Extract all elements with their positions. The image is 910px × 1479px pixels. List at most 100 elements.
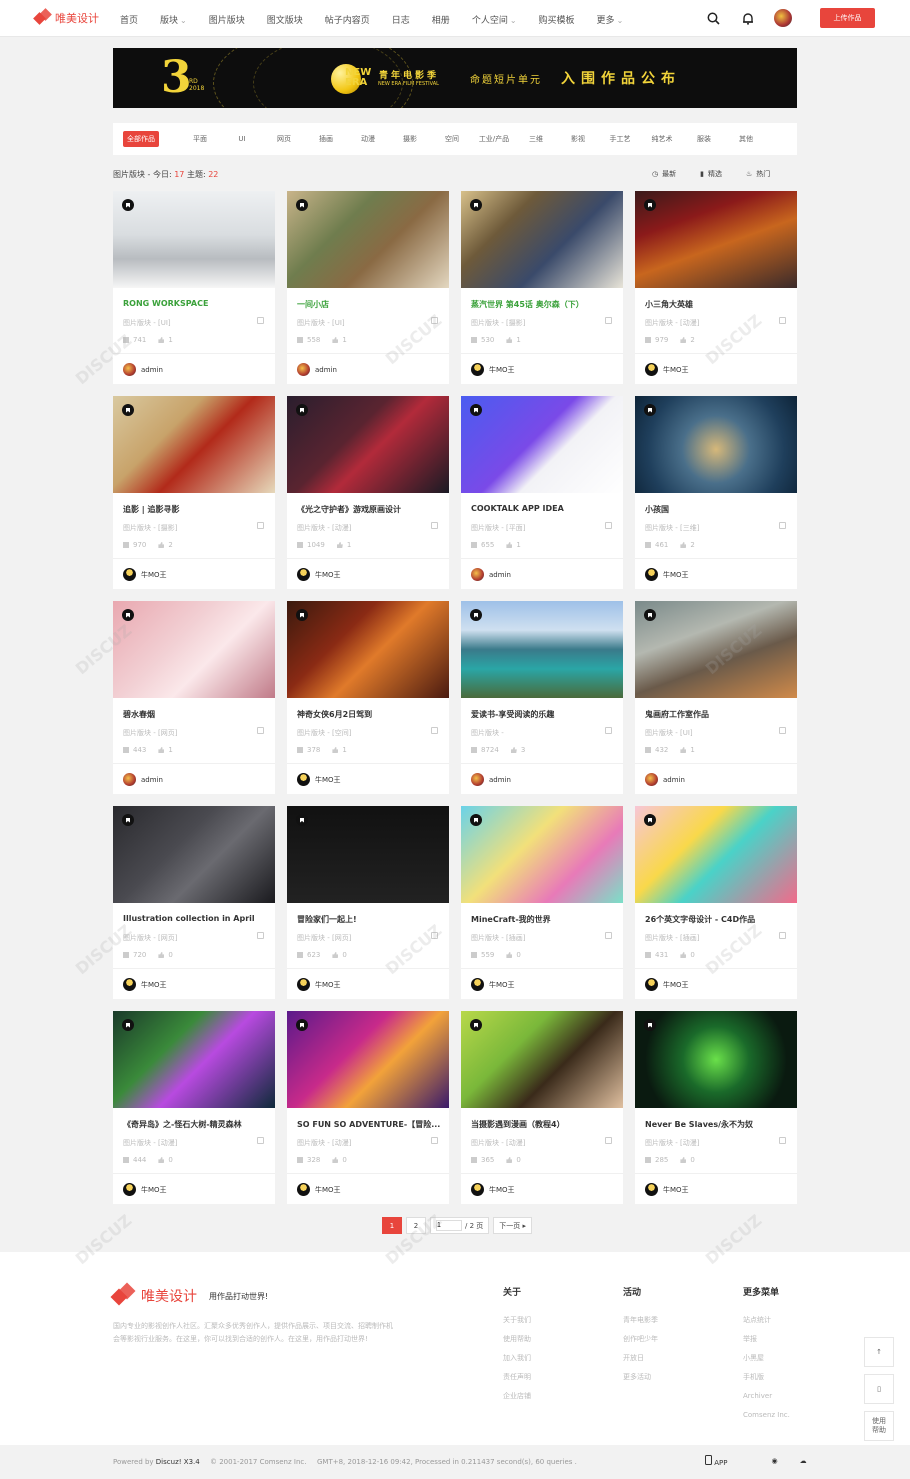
app-link[interactable]: APP: [705, 1455, 749, 1467]
sort-option[interactable]: ▮ 精选: [700, 169, 722, 179]
work-thumbnail[interactable]: [113, 1011, 275, 1108]
work-thumbnail[interactable]: [635, 396, 797, 493]
work-card[interactable]: 神奇女侠6月2日驾到 图片版块 - [空间] 378 1 牛MO王: [287, 601, 449, 794]
page-current[interactable]: 1: [382, 1217, 402, 1234]
work-card[interactable]: 冒险家们一起上! 图片版块 - [网页] 623 0 牛MO王: [287, 806, 449, 999]
select-checkbox[interactable]: [605, 1137, 612, 1144]
footer-link[interactable]: 责任声明: [503, 1368, 531, 1387]
work-thumbnail[interactable]: [287, 1011, 449, 1108]
author-name[interactable]: 牛MO王: [141, 980, 167, 990]
nav-item[interactable]: 个人空间: [472, 13, 517, 26]
work-title[interactable]: 一间小店: [297, 299, 442, 310]
work-card[interactable]: 26个英文字母设计 - C4D作品 图片版块 - [插画] 431 0 牛MO王: [635, 806, 797, 999]
author[interactable]: 牛MO王: [297, 1183, 341, 1196]
bookmark-icon[interactable]: [122, 199, 134, 211]
bookmark-icon[interactable]: [470, 609, 482, 621]
category-tab[interactable]: 插画: [305, 134, 347, 144]
work-title[interactable]: 小孩国: [645, 504, 790, 515]
author[interactable]: 牛MO王: [123, 978, 167, 991]
author-avatar[interactable]: [645, 978, 658, 991]
author-avatar[interactable]: [123, 568, 136, 581]
bookmark-icon[interactable]: [296, 1019, 308, 1031]
work-card[interactable]: 碧水春烟 图片版块 - [网页] 443 1 admin: [113, 601, 275, 794]
author[interactable]: 牛MO王: [297, 978, 341, 991]
work-thumbnail[interactable]: [113, 191, 275, 288]
work-title[interactable]: 当摄影遇到漫画（教程4）: [471, 1119, 616, 1130]
help-button[interactable]: 使用 帮助: [864, 1411, 894, 1441]
author-avatar[interactable]: [297, 773, 310, 786]
work-title[interactable]: 《光之守护者》游戏原画设计: [297, 504, 442, 515]
footer-link[interactable]: 站点统计: [743, 1311, 790, 1330]
author[interactable]: 牛MO王: [645, 568, 689, 581]
work-thumbnail[interactable]: [461, 396, 623, 493]
work-thumbnail[interactable]: [113, 806, 275, 903]
work-thumbnail[interactable]: [461, 601, 623, 698]
work-card[interactable]: 追影 | 追影寻影 图片版块 - [摄影] 970 2 牛MO王: [113, 396, 275, 589]
footer-link[interactable]: 更多活动: [623, 1368, 658, 1387]
nav-item[interactable]: 首页: [120, 13, 138, 26]
author-name[interactable]: admin: [489, 776, 511, 784]
select-checkbox[interactable]: [431, 1137, 438, 1144]
select-checkbox[interactable]: [431, 932, 438, 939]
author[interactable]: admin: [123, 773, 163, 786]
select-checkbox[interactable]: [257, 727, 264, 734]
footer-link[interactable]: 关于我们: [503, 1311, 531, 1330]
author-avatar[interactable]: [297, 978, 310, 991]
author[interactable]: 牛MO王: [645, 1183, 689, 1196]
work-card[interactable]: SO FUN SO ADVENTURE-【冒险... 图片版块 - [动漫] 328…: [287, 1011, 449, 1204]
page-input[interactable]: [436, 1220, 462, 1231]
work-title[interactable]: 26个英文字母设计 - C4D作品: [645, 914, 790, 925]
bookmark-icon[interactable]: [644, 1019, 656, 1031]
discuz-link[interactable]: Discuz! X3.4: [156, 1458, 200, 1466]
bookmark-icon[interactable]: [644, 814, 656, 826]
nav-item[interactable]: 版块: [160, 13, 187, 26]
author-name[interactable]: 牛MO王: [489, 365, 515, 375]
work-title[interactable]: Illustration collection in April: [123, 914, 268, 923]
work-card[interactable]: MineCraft-我的世界 图片版块 - [插画] 559 0 牛MO王: [461, 806, 623, 999]
author-avatar[interactable]: [645, 363, 658, 376]
category-tab[interactable]: 网页: [263, 134, 305, 144]
work-card[interactable]: 一间小店 图片版块 - [UI] 558 1 admin: [287, 191, 449, 384]
author-name[interactable]: admin: [489, 571, 511, 579]
work-thumbnail[interactable]: [635, 601, 797, 698]
bookmark-icon[interactable]: [296, 404, 308, 416]
category-tab[interactable]: 手工艺: [599, 134, 641, 144]
nav-item[interactable]: 图片版块: [209, 13, 245, 26]
bookmark-icon[interactable]: [122, 814, 134, 826]
select-checkbox[interactable]: [605, 522, 612, 529]
select-checkbox[interactable]: [779, 522, 786, 529]
author-avatar[interactable]: [645, 773, 658, 786]
page-jump[interactable]: / 2 页: [430, 1217, 490, 1234]
author[interactable]: 牛MO王: [645, 363, 689, 376]
author-avatar[interactable]: [123, 773, 136, 786]
bookmark-icon[interactable]: [470, 814, 482, 826]
work-card[interactable]: Never Be Slaves/永不为奴 图片版块 - [动漫] 285 0 牛MO王: [635, 1011, 797, 1204]
select-checkbox[interactable]: [257, 932, 264, 939]
author[interactable]: 牛MO王: [297, 773, 341, 786]
footer-link[interactable]: 开放日: [623, 1349, 658, 1368]
work-card[interactable]: 小孩国 图片版块 - [三维] 461 2 牛MO王: [635, 396, 797, 589]
nav-item[interactable]: 购买模板: [539, 13, 575, 26]
wechat-icon[interactable]: ☁: [800, 1457, 807, 1465]
work-title[interactable]: 蒸汽世界 第45话 奥尔森（下）: [471, 299, 616, 310]
work-card[interactable]: 蒸汽世界 第45话 奥尔森（下） 图片版块 - [摄影] 530 1 牛MO王: [461, 191, 623, 384]
work-thumbnail[interactable]: [461, 191, 623, 288]
work-title[interactable]: MineCraft-我的世界: [471, 914, 616, 925]
footer-link[interactable]: 小黑屋: [743, 1349, 790, 1368]
author-name[interactable]: 牛MO王: [663, 980, 689, 990]
author-avatar[interactable]: [471, 363, 484, 376]
page-2[interactable]: 2: [406, 1217, 426, 1234]
author-avatar[interactable]: [471, 568, 484, 581]
author-name[interactable]: 牛MO王: [315, 1185, 341, 1195]
nav-item[interactable]: 更多: [597, 13, 624, 26]
author-name[interactable]: 牛MO王: [489, 1185, 515, 1195]
author[interactable]: admin: [471, 773, 511, 786]
bell-icon[interactable]: [739, 9, 757, 27]
work-title[interactable]: COOKTALK APP IDEA: [471, 504, 616, 513]
footer-link[interactable]: Archiver: [743, 1387, 790, 1406]
author-name[interactable]: 牛MO王: [315, 775, 341, 785]
bookmark-icon[interactable]: [644, 404, 656, 416]
work-title[interactable]: 碧水春烟: [123, 709, 268, 720]
work-thumbnail[interactable]: [113, 396, 275, 493]
bookmark-icon[interactable]: [296, 199, 308, 211]
